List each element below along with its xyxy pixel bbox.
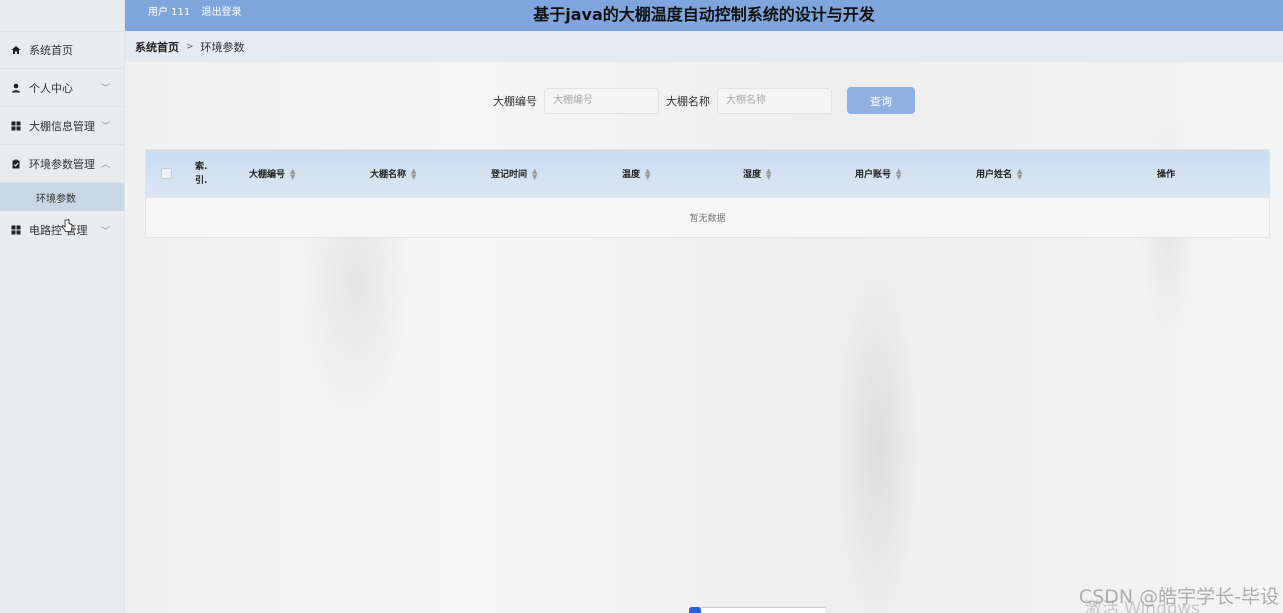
greenhouse-id-label: 大棚编号 [493,94,537,108]
sidebar: 系统首页 个人中心 ﹀ 大棚信息管理 ﹀ 环境参数管理 ︿ 环境参数 电路控 管… [0,0,125,613]
column-header-index-line1: 索. [195,161,208,172]
sidebar-item-label: 环境参数管理 [29,157,95,171]
column-header-greenhouse-id[interactable]: 大棚编号 ▲ ▼ [249,150,295,197]
sort-icon: ▲ ▼ [411,166,417,181]
breadcrumb-current: 环境参数 [200,40,245,54]
sidebar-item-greenhouse-info[interactable]: 大棚信息管理 ﹀ [0,107,124,145]
select-all-cell [161,150,172,197]
column-header-index: 索. 引. [195,150,207,197]
user-icon [10,82,21,93]
greenhouse-name-label: 大棚名称 [666,94,710,108]
home-icon [10,45,21,56]
submenu-item-env-params[interactable]: 环境参数 [0,183,124,211]
sort-icon: ▲ ▼ [532,166,538,181]
submenu-item-label: 环境参数 [36,193,76,205]
sidebar-item-label: 系统首页 [29,44,73,57]
column-header-temperature[interactable]: 温度 ▲ ▼ [622,150,650,197]
top-header: 用户 111 退出登录 基于java的大棚温度自动控制系统的设计与开发 [125,0,1283,31]
sidebar-top [0,0,124,31]
table-empty-row: 暂无数据 [146,197,1269,237]
column-header-greenhouse-name[interactable]: 大棚名称 ▲ ▼ [370,150,416,197]
column-header-register-time[interactable]: 登记时间 ▲ ▼ [491,150,537,197]
sidebar-item-label: 电路控 管理 [29,224,88,237]
breadcrumb-separator: > [186,41,194,52]
column-header-actions: 操作 [1157,170,1176,180]
table-header: 索. 引. 大棚编号 ▲ ▼ 大棚名称 ▲ ▼ 登记时间 ▲ ▼ 温度 ▲ ▼ 湿度 ▲ ▼ 用户账… [146,150,1269,197]
sort-icon: ▲ ▼ [645,166,651,181]
select-all-checkbox[interactable] [161,168,172,179]
chevron-down-icon: ﹀ [100,122,110,132]
csdn-watermark: CSDN @皓宇学长-毕设 [1078,586,1279,608]
breadcrumb-home[interactable]: 系统首页 [135,39,179,55]
clipboard-icon [10,158,21,169]
sort-icon: ▲ ▼ [896,166,902,181]
column-header-index-line2: 引. [195,175,208,186]
sort-icon: ▲ ▼ [766,166,772,181]
breadcrumb: 系统首页 > 环境参数 [125,31,1283,62]
bottom-widget [689,607,825,613]
sidebar-item-env-params[interactable]: 环境参数管理 ︿ [0,145,124,183]
chevron-up-icon: ︿ [100,160,110,170]
sidebar-item-label: 大棚信息管理 [29,119,95,133]
search-bar: 大棚编号 大棚名称 查询 [125,87,1283,114]
column-header-user-name[interactable]: 用户姓名 ▲ ▼ [976,150,1022,197]
chevron-down-icon: ﹀ [100,226,110,237]
empty-text: 暂无数据 [689,214,726,224]
column-header-humidity[interactable]: 湿度 ▲ ▼ [743,150,771,197]
grid-icon [10,120,21,131]
column-header-user-account[interactable]: 用户账号 ▲ ▼ [855,150,901,197]
grid-icon [10,225,21,236]
main-content: 大棚编号 大棚名称 查询 索. 引. 大棚编号▲▼ 大棚名称▲▼ 登记时间▲▼ [125,62,1283,613]
sidebar-item-personal-center[interactable]: 个人中心 ﹀ [0,69,124,107]
widget-marker [689,607,701,613]
sort-icon: ▲ ▼ [290,166,296,181]
page-title: 基于java的大棚温度自动控制系统的设计与开发 [533,5,875,24]
sidebar-item-label: 个人中心 [29,81,73,95]
greenhouse-id-input[interactable] [544,87,659,114]
sort-icon: ▲ ▼ [1017,166,1023,181]
query-button[interactable]: 查询 [847,87,915,114]
data-table: 索. 引. 大棚编号 ▲ ▼ 大棚名称 ▲ ▼ 登记时间 ▲ ▼ 温度 ▲ ▼ 湿度 ▲ ▼ 用户账… [145,149,1270,238]
sidebar-item-home[interactable]: 系统首页 [0,31,124,69]
hand-cursor-icon [61,219,73,237]
greenhouse-name-input[interactable] [717,87,832,114]
chevron-down-icon: ﹀ [100,84,110,94]
